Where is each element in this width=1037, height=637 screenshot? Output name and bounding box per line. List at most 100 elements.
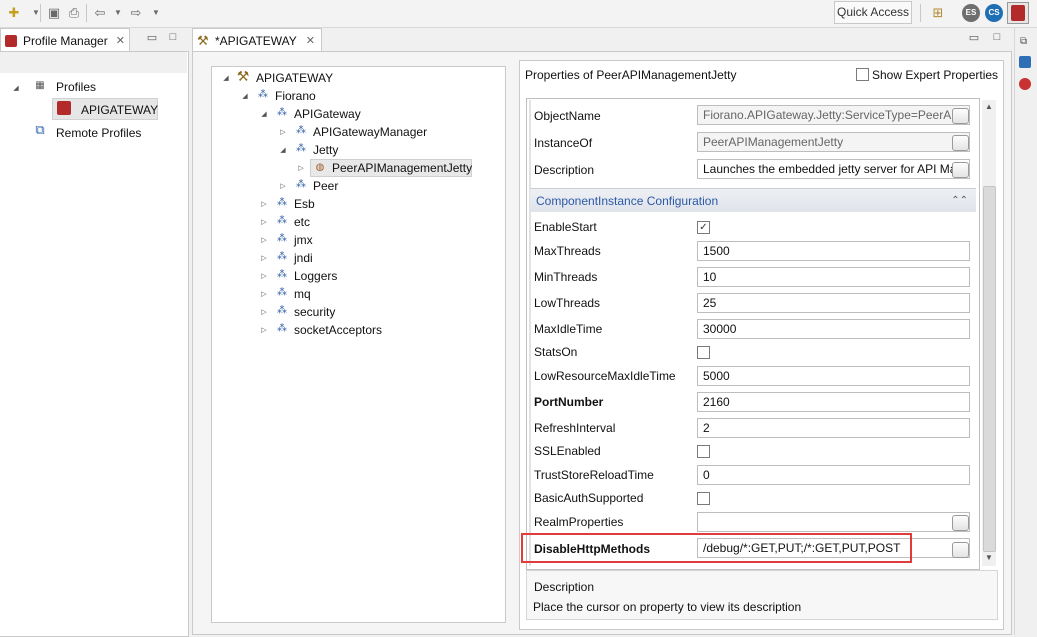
realmproperties-browse-button[interactable] [952, 515, 969, 531]
collapse-arrow-icon[interactable]: ▷ [260, 254, 268, 262]
close-icon[interactable]: ✕ [306, 29, 315, 53]
expand-arrow-icon[interactable]: ◢ [260, 110, 268, 118]
scroll-down-icon[interactable]: ▼ [985, 553, 993, 562]
tree-item-fiorano[interactable]: Fiorano [275, 89, 316, 103]
prop-name-basicauthsupported: BasicAuthSupported [534, 491, 644, 505]
tab-apigateway-editor[interactable]: ⚒ *APIGATEWAY ✕ [192, 28, 322, 52]
sslenabled-checkbox[interactable] [697, 445, 710, 458]
collapse-arrow-icon[interactable]: ▷ [260, 218, 268, 226]
collapse-arrow-icon[interactable]: ▷ [260, 290, 268, 298]
tree-item-apigateway[interactable]: APIGATEWAY [256, 71, 333, 85]
collapse-arrow-icon[interactable]: ▷ [260, 272, 268, 280]
back-dropdown-icon[interactable]: ▼ [110, 5, 126, 21]
description-text: Place the cursor on property to view its… [533, 600, 802, 614]
collapse-arrow-icon[interactable]: ▷ [279, 182, 287, 190]
minimize-icon[interactable]: ▭ [968, 31, 980, 44]
objectname-field[interactable]: Fiorano.APIGateway.Jetty:ServiceType=Pee… [697, 105, 970, 125]
close-icon[interactable]: ✕ [116, 29, 125, 53]
maxthreads-field[interactable]: 1500 [697, 241, 970, 261]
forward-arrow-icon[interactable]: ⇨ [128, 5, 144, 21]
refreshinterval-field[interactable]: 2 [697, 418, 970, 438]
open-perspective-icon[interactable]: ⊞ [930, 5, 946, 21]
prop-name-truststorereloadtime: TrustStoreReloadTime [534, 468, 654, 482]
collapse-section-icon[interactable]: ⌃⌃ [951, 189, 968, 213]
minthreads-field[interactable]: 10 [697, 267, 970, 287]
tree-item-jetty[interactable]: Jetty [313, 143, 338, 157]
toolbar-separator [40, 4, 41, 22]
description-field[interactable]: Launches the embedded jetty server for A… [697, 159, 970, 179]
tree-item-jmx[interactable]: jmx [294, 233, 313, 247]
tree-item-mq[interactable]: mq [294, 287, 311, 301]
expand-arrow-icon[interactable]: ◢ [241, 92, 249, 100]
tree-item-apigateway-profile[interactable]: APIGATEWAY [81, 103, 158, 117]
portnumber-field[interactable]: 2160 [697, 392, 970, 412]
maximize-icon[interactable]: □ [991, 31, 1003, 43]
tools-icon: ⚒ [236, 68, 250, 84]
cs-perspective-icon[interactable]: CS [985, 4, 1003, 22]
expand-arrow-icon[interactable]: ◢ [222, 74, 230, 82]
scroll-thumb[interactable] [983, 186, 996, 552]
collapse-arrow-icon[interactable]: ▷ [260, 326, 268, 334]
highlight-box [521, 533, 912, 563]
maximize-icon[interactable]: □ [167, 31, 179, 43]
minimize-icon[interactable]: ▭ [146, 31, 158, 44]
node-icon: ⁂ [296, 143, 306, 154]
tree-item-apigateway-node[interactable]: APIGateway [294, 107, 361, 121]
forward-dropdown-icon[interactable]: ▼ [148, 5, 164, 21]
basicauthsupported-checkbox[interactable] [697, 492, 710, 505]
tree-item-security[interactable]: security [294, 305, 335, 319]
objectname-browse-button[interactable] [952, 108, 969, 124]
tab-profile-manager[interactable]: Profile Manager ✕ [0, 28, 130, 52]
realmproperties-field[interactable] [697, 512, 970, 532]
description-title: Description [534, 580, 595, 594]
properties-view-icon[interactable] [1019, 56, 1031, 68]
description-browse-button[interactable] [952, 162, 969, 178]
tree-item-loggers[interactable]: Loggers [294, 269, 337, 283]
collapse-arrow-icon[interactable]: ▷ [260, 236, 268, 244]
remote-profiles-icon: ⧉ [35, 122, 45, 137]
tree-item-etc[interactable]: etc [294, 215, 310, 229]
tree-item-jndi[interactable]: jndi [294, 251, 313, 265]
property-grid-scrollbar[interactable]: ▲ ▼ [982, 100, 996, 566]
expand-arrow-icon[interactable]: ◢ [12, 84, 20, 92]
maxidletime-field[interactable]: 30000 [697, 319, 970, 339]
instanceof-browse-button[interactable] [952, 135, 969, 151]
collapse-arrow-icon[interactable]: ▷ [260, 308, 268, 316]
lowthreads-field[interactable]: 25 [697, 293, 970, 313]
save-icon[interactable]: ▣ [46, 5, 62, 21]
properties-title: Properties of PeerAPIManagementJetty [525, 68, 737, 82]
problems-view-icon[interactable] [1019, 78, 1031, 90]
expand-arrow-icon[interactable]: ◢ [279, 146, 287, 154]
fiorano-perspective-button[interactable] [1007, 2, 1029, 24]
show-expert-checkbox[interactable] [856, 68, 869, 81]
disablehttpmethods-browse-button[interactable] [952, 542, 969, 558]
new-file-icon[interactable]: ✚ [6, 5, 22, 21]
statson-checkbox[interactable] [697, 346, 710, 359]
tree-item-profiles[interactable]: Profiles [56, 80, 96, 94]
back-arrow-icon[interactable]: ⇦ [92, 5, 108, 21]
tree-item-socketacceptors[interactable]: socketAcceptors [294, 323, 382, 337]
quick-access-field[interactable]: Quick Access [834, 1, 912, 24]
tree-item-remote-profiles[interactable]: Remote Profiles [56, 126, 141, 140]
tree-item-esb[interactable]: Esb [294, 197, 315, 211]
lowresourcemaxidletime-field[interactable]: 5000 [697, 366, 970, 386]
componentinstance-section-header[interactable]: ComponentInstance Configuration ⌃⌃ [530, 188, 976, 212]
collapse-arrow-icon[interactable]: ▷ [260, 200, 268, 208]
tree-item-apigatewaymanager[interactable]: APIGatewayManager [313, 125, 427, 139]
grid-edge [529, 100, 531, 566]
es-perspective-icon[interactable]: ES [962, 4, 980, 22]
toolbar-separator [86, 4, 87, 22]
scroll-up-icon[interactable]: ▲ [985, 102, 993, 111]
collapse-arrow-icon[interactable]: ▷ [297, 164, 305, 172]
truststorereloadtime-field[interactable]: 0 [697, 465, 970, 485]
enablestart-checkbox[interactable]: ✓ [697, 221, 710, 234]
node-icon: ⁂ [277, 215, 287, 226]
print-icon[interactable]: ⎙ [66, 5, 82, 21]
instanceof-field[interactable]: PeerAPIManagementJetty [697, 132, 970, 152]
tree-item-peerapimanagementjetty[interactable]: PeerAPIManagementJetty [332, 161, 472, 175]
prop-name-maxidletime: MaxIdleTime [534, 322, 603, 336]
restore-icon[interactable]: ⧉ [1020, 36, 1027, 47]
tree-item-peer[interactable]: Peer [313, 179, 338, 193]
collapse-arrow-icon[interactable]: ▷ [279, 128, 287, 136]
dropdown-arrow-icon[interactable]: ▼ [28, 5, 44, 21]
